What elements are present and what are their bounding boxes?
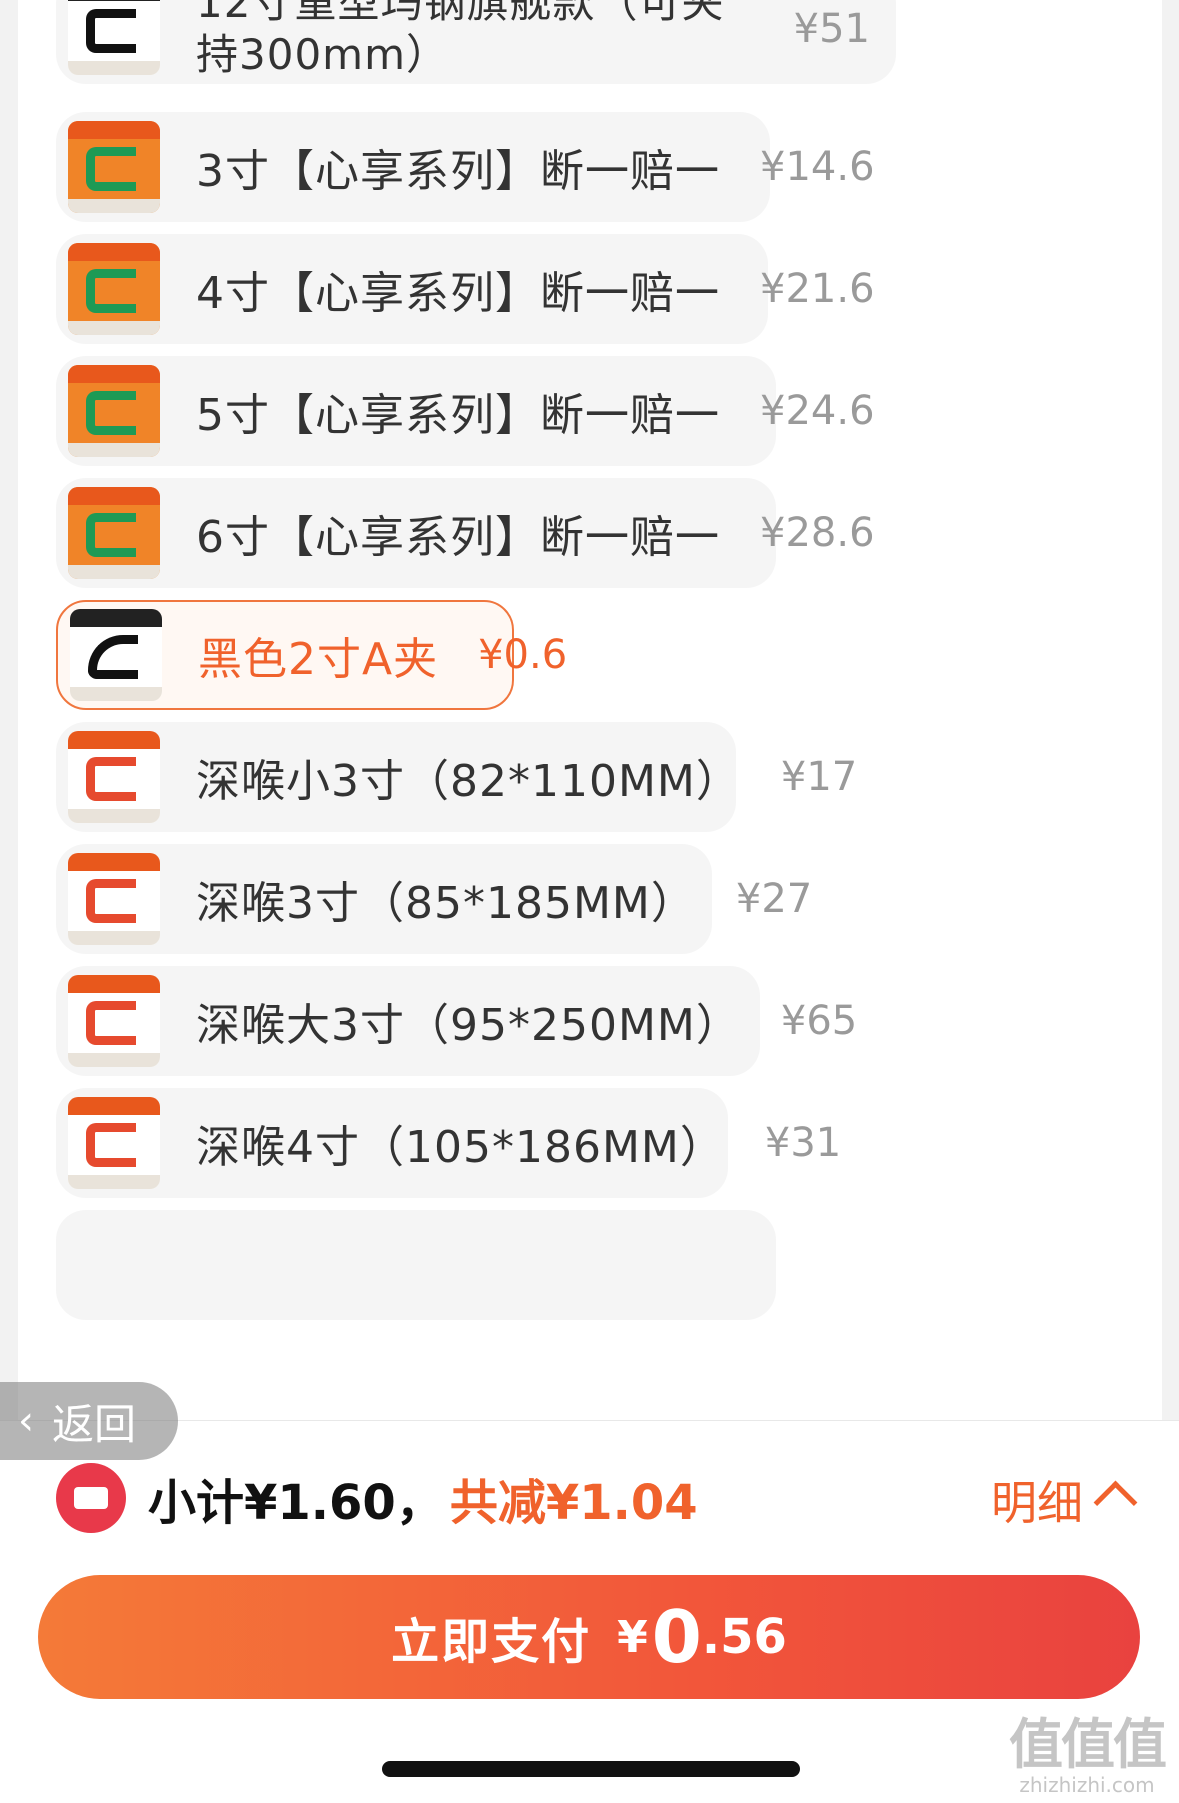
black-gclamp-icon (68, 0, 160, 75)
pay-amount-integer: 0 (651, 1595, 702, 1679)
sku-option-deep-small-3in[interactable]: 深喉小3寸（82*110MM） ¥17 (56, 722, 857, 832)
green-gclamp-icon (68, 243, 160, 335)
coupon-icon (56, 1463, 126, 1533)
sku-option-price: ¥65 (780, 998, 858, 1044)
chevron-left-icon: ‹ (18, 1398, 34, 1444)
sku-option-label: 12寸重型玛钢旗舰款（可夹持300mm） (196, 0, 725, 79)
sku-option-price: ¥21.6 (760, 266, 875, 312)
home-indicator (382, 1761, 800, 1777)
subtotal-text: 小计¥1.60， (148, 1475, 444, 1531)
sku-option-price: ¥27 (735, 876, 813, 922)
back-button[interactable]: ‹ 返回 (0, 1382, 178, 1460)
sku-option-deep-3in[interactable]: 深喉3寸（85*185MM） ¥27 (56, 844, 812, 954)
sku-option-label: 深喉3寸（85*185MM） (196, 878, 696, 929)
sku-option-12in-flagship[interactable]: 12寸重型玛钢旗舰款（可夹持300mm） ¥51 (56, 0, 896, 84)
green-gclamp-icon (68, 121, 160, 213)
pay-button-label: 立即支付 (391, 1614, 592, 1670)
red-gclamp-icon (68, 853, 160, 945)
sku-option-label: 深喉大3寸（95*250MM） (196, 1000, 741, 1051)
pay-amount-decimal: .56 (701, 1609, 787, 1665)
red-gclamp-icon (68, 731, 160, 823)
checkout-footer: 小计¥1.60， 共减¥1.04 明细 立即支付 ¥ 0 .56 值值值 zhi… (0, 1420, 1179, 1803)
sku-option-sheet: 12寸重型玛钢旗舰款（可夹持300mm） ¥51 3寸【心享系列】断一赔一 ¥1… (18, 0, 1162, 1420)
sku-option-price: ¥31 (764, 1120, 842, 1166)
sku-option-4in-xinxiang[interactable]: 4寸【心享系列】断一赔一 ¥21.6 (56, 234, 875, 344)
sku-option-5in-xinxiang[interactable]: 5寸【心享系列】断一赔一 ¥24.6 (56, 356, 875, 466)
sku-option-label: 黑色2寸A夹 (198, 634, 439, 685)
sku-option-price: ¥51 (793, 6, 870, 52)
sku-option-deep-large-3in[interactable]: 深喉大3寸（95*250MM） ¥65 (56, 966, 857, 1076)
sku-option-price: ¥17 (780, 754, 858, 800)
back-label: 返回 (52, 1399, 137, 1449)
green-gclamp-icon (68, 487, 160, 579)
sku-option-price: ¥28.6 (760, 510, 875, 556)
pay-currency: ¥ (617, 1611, 648, 1663)
black-aclamp-icon (70, 609, 162, 701)
discount-text: 共减¥1.04 (449, 1475, 698, 1531)
red-gclamp-icon (68, 1097, 160, 1189)
pay-now-button[interactable]: 立即支付 ¥ 0 .56 (38, 1575, 1140, 1699)
sku-option-partial[interactable] (56, 1210, 776, 1320)
sku-option-label: 深喉小3寸（82*110MM） (196, 756, 741, 807)
price-summary: 小计¥1.60， 共减¥1.04 (56, 1463, 698, 1533)
sku-option-6in-xinxiang[interactable]: 6寸【心享系列】断一赔一 ¥28.6 (56, 478, 875, 588)
sku-option-price: ¥14.6 (760, 144, 875, 190)
sku-option-black-2in-a-clamp[interactable]: 黑色2寸A夹 ¥0.6 (56, 600, 567, 710)
sku-option-label: 4寸【心享系列】断一赔一 (196, 268, 720, 319)
sku-option-label: 深喉4寸（105*186MM） (196, 1122, 725, 1173)
sku-option-label: 5寸【心享系列】断一赔一 (196, 390, 720, 441)
watermark: 值值值 zhizhizhi.com (1009, 1700, 1167, 1797)
green-gclamp-icon (68, 365, 160, 457)
sku-option-price: ¥0.6 (478, 632, 568, 678)
chevron-up-icon[interactable] (1093, 1480, 1138, 1525)
watermark-url: zhizhizhi.com (1019, 1773, 1155, 1797)
red-gclamp-icon (68, 975, 160, 1067)
watermark-logo: 值值值 (1009, 1713, 1167, 1776)
sku-option-3in-xinxiang[interactable]: 3寸【心享系列】断一赔一 ¥14.6 (56, 112, 875, 222)
sku-option-label: 3寸【心享系列】断一赔一 (196, 146, 720, 197)
detail-link[interactable]: 明细 (991, 1467, 1083, 1533)
sku-option-price: ¥24.6 (760, 388, 875, 434)
sku-option-label: 6寸【心享系列】断一赔一 (196, 512, 720, 563)
sku-option-deep-4in[interactable]: 深喉4寸（105*186MM） ¥31 (56, 1088, 841, 1198)
